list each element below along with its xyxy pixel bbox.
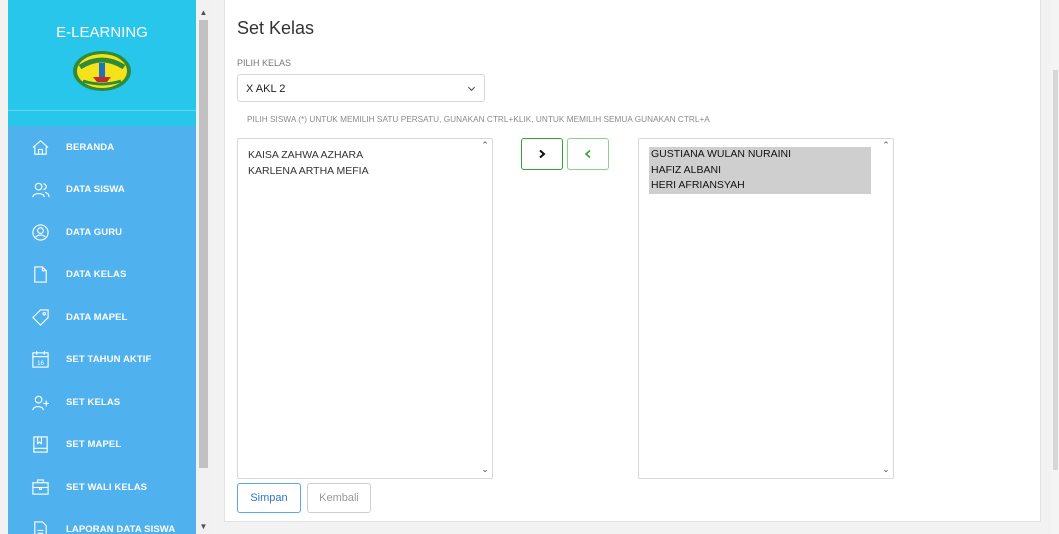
sidebar-item-data-siswa[interactable]: DATA SISWA: [8, 169, 196, 212]
window-scrollbar[interactable]: [1051, 0, 1059, 534]
sidebar-item-set-wali-kelas[interactable]: SET WALI KELAS: [8, 466, 196, 509]
move-left-button[interactable]: [567, 138, 609, 170]
sidebar-item-label: DATA KELAS: [66, 269, 127, 281]
chevron-right-icon: [539, 149, 546, 159]
scroll-down-arrow-icon[interactable]: ▼: [199, 522, 208, 531]
sidebar-divider: [8, 110, 196, 126]
selected-students-list[interactable]: GUSTIANA WULAN NURAINI HAFIZ ALBANI HERI…: [638, 138, 894, 479]
list-item[interactable]: KARLENA ARTHA MEFIA: [248, 163, 369, 179]
sidebar-item-label: SET WALI KELAS: [66, 481, 148, 493]
sidebar-item-label: SET TAHUN AKTIF: [66, 354, 152, 366]
scroll-up-arrow-icon[interactable]: ⌃: [881, 140, 891, 150]
sidebar-item-label: BERANDA: [66, 141, 115, 153]
list-item-selected[interactable]: HERI AFRIANSYAH: [649, 178, 871, 194]
sidebar-item-data-guru[interactable]: DATA GURU: [8, 211, 196, 254]
page-title: Set Kelas: [237, 18, 315, 38]
list-scrollbar[interactable]: ⌃ ⌄: [879, 139, 893, 478]
sidebar-item-label: SET KELAS: [66, 396, 121, 408]
svg-text:16: 16: [37, 360, 44, 367]
list-item-selected[interactable]: HAFIZ ALBANI: [649, 162, 871, 178]
tag-icon: [32, 309, 49, 326]
chevron-down-icon: [467, 86, 476, 92]
class-select-label: PILIH KELAS: [237, 58, 292, 68]
back-button[interactable]: Kembali: [307, 483, 371, 513]
sidebar-scrollbar-thumb[interactable]: [199, 20, 208, 468]
move-right-button[interactable]: [521, 138, 563, 170]
user-plus-icon: [32, 395, 50, 410]
sidebar-item-set-kelas[interactable]: SET KELAS: [8, 381, 196, 424]
sidebar-item-set-mapel[interactable]: SET MAPEL: [8, 424, 196, 467]
class-select-value: X AKL 2: [246, 83, 286, 95]
sidebar-item-label: DATA GURU: [66, 226, 123, 238]
sidebar-item-label: LAPORAN DATA SISWA: [66, 524, 176, 534]
sidebar-item-laporan-data-siswa[interactable]: LAPORAN DATA SISWA: [8, 509, 196, 534]
sidebar-item-set-tahun-aktif[interactable]: 16 SET TAHUN AKTIF: [8, 339, 196, 382]
sidebar-nav: BERANDA DATA SISWA DATA GURU DATA KELAS …: [8, 126, 196, 534]
sidebar: E-LEARNING BERANDA DATA SISWA DATA GURU …: [8, 0, 196, 534]
users-icon: [32, 183, 50, 198]
file-icon: [34, 266, 47, 283]
user-circle-icon: [32, 224, 49, 241]
sidebar-brand: E-LEARNING: [8, 0, 196, 110]
sidebar-item-data-mapel[interactable]: DATA MAPEL: [8, 296, 196, 339]
list-scrollbar[interactable]: ⌃ ⌄: [478, 139, 492, 478]
sidebar-item-beranda[interactable]: BERANDA: [8, 126, 196, 169]
scroll-down-arrow-icon[interactable]: ⌄: [480, 464, 490, 474]
list-item[interactable]: KAISA ZAHWA AZHARA: [248, 147, 369, 163]
book-icon: [33, 436, 48, 453]
home-icon: [32, 139, 49, 155]
scroll-up-arrow-icon[interactable]: ▲: [199, 8, 208, 17]
scroll-up-arrow-icon[interactable]: ⌃: [480, 140, 490, 150]
list-item-selected[interactable]: GUSTIANA WULAN NURAINI: [649, 147, 871, 163]
sidebar-item-label: DATA MAPEL: [66, 311, 128, 323]
selection-hint: PILIH SISWA (*) UNTUK MEMILIH SATU PERSA…: [247, 115, 710, 124]
sidebar-item-label: SET MAPEL: [66, 439, 122, 451]
set-kelas-card: Set Kelas PILIH KELAS X AKL 2 PILIH SISW…: [224, 0, 1041, 522]
class-select[interactable]: X AKL 2: [237, 74, 485, 102]
report-icon: [34, 521, 47, 534]
chevron-left-icon: [584, 149, 591, 159]
sidebar-scrollbar[interactable]: ▲ ▼: [196, 0, 211, 534]
save-button[interactable]: Simpan: [237, 483, 301, 513]
calendar-icon: 16: [32, 351, 49, 368]
window-scrollbar-thumb[interactable]: [1053, 70, 1058, 470]
sidebar-item-label: DATA SISWA: [66, 184, 125, 196]
brand-title: E-LEARNING: [56, 24, 148, 41]
sidebar-item-data-kelas[interactable]: DATA KELAS: [8, 254, 196, 297]
scroll-down-arrow-icon[interactable]: ⌄: [881, 464, 891, 474]
school-logo: [73, 51, 131, 91]
available-students-list[interactable]: KAISA ZAHWA AZHARA KARLENA ARTHA MEFIA ⌃…: [237, 138, 493, 479]
briefcase-icon: [32, 479, 49, 495]
